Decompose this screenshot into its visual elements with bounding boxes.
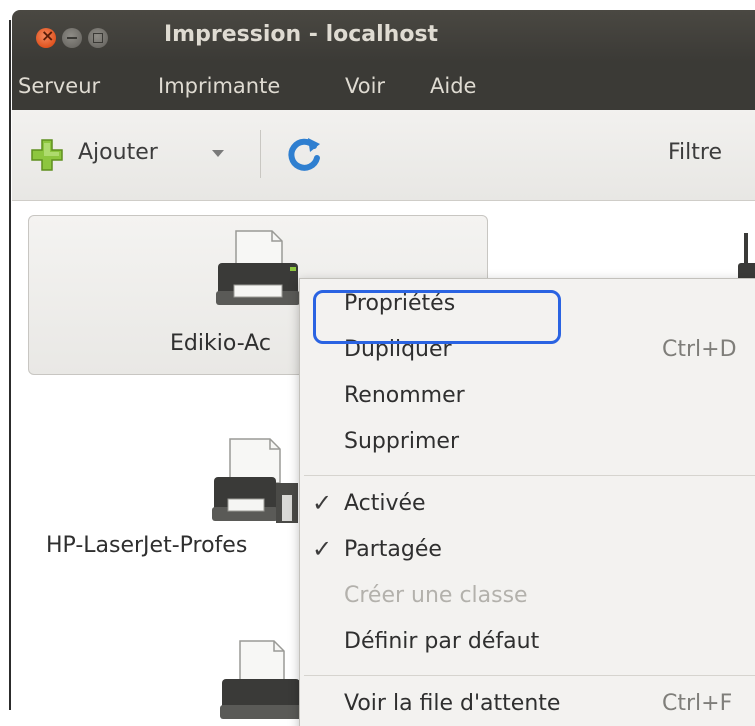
printer-icon [212, 438, 298, 523]
menu-item-label: Renommer [344, 383, 465, 408]
highlight-outline [313, 290, 561, 344]
dropdown-arrow-icon[interactable] [212, 150, 224, 157]
menu-item-label: Créer une classe [344, 583, 528, 608]
shortcut-label: Ctrl+F [662, 691, 733, 716]
menu-item-delete[interactable]: Supprimer [300, 421, 755, 465]
filter-label: Filtre [668, 140, 723, 165]
menu-item-enabled[interactable]: ✓ Activée [300, 483, 755, 527]
refresh-icon[interactable] [284, 134, 324, 174]
shortcut-label: Ctrl+D [662, 337, 737, 362]
checkmark-icon: ✓ [312, 489, 333, 517]
menu-item-view-queue[interactable]: Voir la file d'attente Ctrl+F [300, 683, 755, 726]
printer-icon [220, 640, 302, 719]
menu-item-label: Voir la file d'attente [344, 691, 561, 716]
menu-item-rename[interactable]: Renommer [300, 375, 755, 419]
checkmark-icon: ✓ [312, 535, 333, 563]
menu-item-label: Définir par défaut [344, 629, 540, 654]
maximize-icon[interactable] [88, 28, 108, 48]
menu-item-label: Partagée [344, 537, 442, 562]
printer-name[interactable]: Edikio-Ac [170, 331, 271, 356]
close-icon[interactable] [36, 26, 56, 48]
menu-voir[interactable]: Voir [345, 74, 385, 98]
printer-icon [216, 230, 300, 305]
menu-serveur[interactable]: Serveur [18, 74, 100, 98]
menu-item-label: Activée [344, 491, 426, 516]
menu-bar: Serveur Imprimante Voir Aide [12, 62, 755, 110]
menu-item-label: Supprimer [344, 429, 460, 454]
menu-aide[interactable]: Aide [430, 74, 476, 98]
toolbar-separator [260, 130, 261, 178]
menu-separator [304, 475, 755, 476]
minimize-icon[interactable] [62, 28, 82, 48]
menu-item-create-class: Créer une classe [300, 575, 755, 619]
toolbar: Ajouter Filtre [12, 110, 755, 201]
title-bar: Impression - localhost [12, 10, 755, 62]
window-title: Impression - localhost [164, 22, 439, 47]
menu-imprimante[interactable]: Imprimante [158, 74, 280, 98]
add-button[interactable]: Ajouter [78, 140, 158, 165]
printer-context-menu: Propriétés Dupliquer Ctrl+D Renommer Sup… [299, 278, 755, 726]
screen-edge [0, 0, 12, 726]
menu-separator [304, 675, 755, 676]
add-icon[interactable] [30, 138, 64, 172]
printer-name[interactable]: HP-LaserJet-Profes [46, 533, 247, 558]
menu-item-set-default[interactable]: Définir par défaut [300, 621, 755, 665]
menu-item-shared[interactable]: ✓ Partagée [300, 529, 755, 573]
print-settings-window: Impression - localhost Serveur Imprimant… [12, 10, 755, 726]
